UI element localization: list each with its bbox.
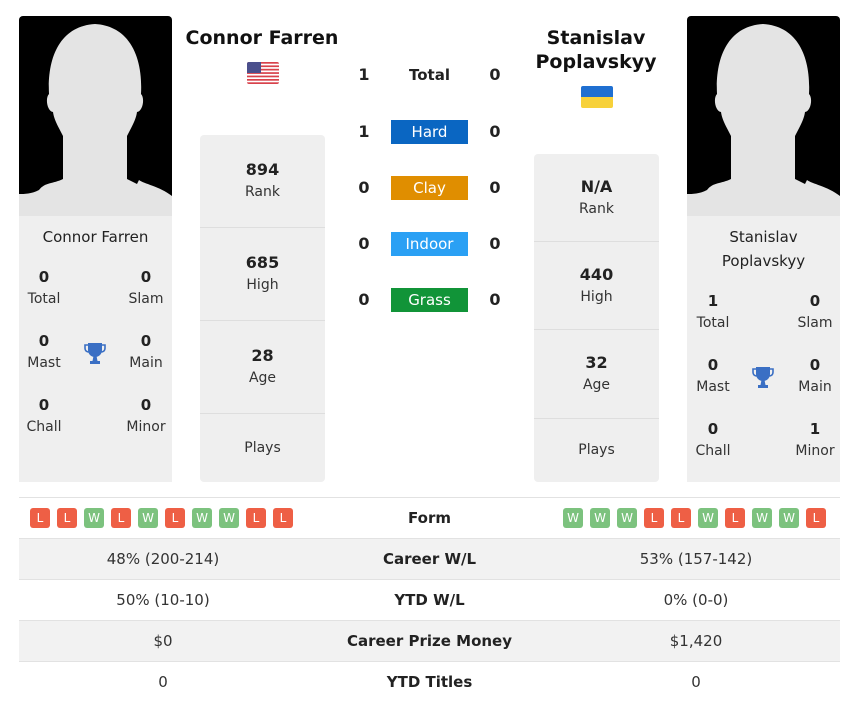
- surface-grass-badge[interactable]: Grass: [391, 288, 468, 312]
- silhouette-icon: [19, 24, 172, 216]
- player1-titles-main: 0 Main: [129, 332, 163, 371]
- player2-photo: [687, 16, 840, 216]
- player2-form: WWWLLWLWWL: [563, 508, 826, 528]
- player2-titles-mast: 0 Mast: [696, 356, 730, 395]
- table-row: 0 YTD Titles 0: [19, 661, 840, 702]
- h2h-clay-p2: 0: [489, 178, 501, 197]
- form-win-badge[interactable]: W: [192, 508, 212, 528]
- surface-hard-badge[interactable]: Hard: [391, 120, 468, 144]
- player2-age: 32 Age: [534, 330, 659, 419]
- form-loss-badge[interactable]: L: [671, 508, 691, 528]
- form-win-badge[interactable]: W: [138, 508, 158, 528]
- form-win-badge[interactable]: W: [563, 508, 583, 528]
- player2-ytd-titles: 0: [691, 673, 701, 691]
- prize-money-label: Career Prize Money: [346, 632, 512, 650]
- ytd-titles-label: YTD Titles: [386, 673, 473, 691]
- table-row: 48% (200-214) Career W/L 53% (157-142): [19, 538, 840, 579]
- player2-titles-minor: 1 Minor: [795, 420, 835, 459]
- form-loss-badge[interactable]: L: [165, 508, 185, 528]
- form-loss-badge[interactable]: L: [111, 508, 131, 528]
- h2h-indoor-p1: 0: [358, 234, 370, 253]
- form-win-badge[interactable]: W: [617, 508, 637, 528]
- player1-rank: 894 Rank: [200, 135, 325, 228]
- career-wl-label: Career W/L: [382, 550, 477, 568]
- h2h-hard-row: 1 Hard 0: [340, 120, 520, 144]
- ukraine-flag-icon: [581, 86, 613, 108]
- player2-name[interactable]: Stanislav Poplavskyy: [687, 225, 840, 273]
- form-loss-badge[interactable]: L: [725, 508, 745, 528]
- player1-name[interactable]: Connor Farren: [19, 225, 172, 249]
- h2h-total-label: Total: [409, 66, 450, 84]
- comparison-table: LLWLWLWWLL Form WWWLLWLWWL 48% (200-214)…: [19, 497, 840, 702]
- player2-career-wl: 53% (157-142): [639, 550, 753, 568]
- player1-titles-minor: 0 Minor: [126, 396, 166, 435]
- player1-photo: [19, 16, 172, 216]
- player2-titles-chall: 0 Chall: [695, 420, 731, 459]
- player1-career-wl: 48% (200-214): [106, 550, 220, 568]
- player2-titles-slam: 0 Slam: [797, 292, 833, 331]
- player1-titles-card: Connor Farren 0 Total 0 Slam 0 Mast 0 Ma…: [19, 216, 172, 482]
- h2h-clay-row: 0 Clay 0: [340, 176, 520, 200]
- h2h-total-row: 1 Total 0: [340, 63, 520, 87]
- player2-ytd-wl: 0% (0-0): [663, 591, 729, 609]
- h2h-hard-p1: 1: [358, 122, 370, 141]
- ytd-wl-label: YTD W/L: [394, 591, 465, 609]
- form-label: Form: [408, 509, 451, 527]
- player1-titles-mast: 0 Mast: [27, 332, 61, 371]
- form-loss-badge[interactable]: L: [246, 508, 266, 528]
- usa-flag-icon: [247, 62, 279, 84]
- player2-rank: N/A Rank: [534, 154, 659, 242]
- surface-clay-badge[interactable]: Clay: [391, 176, 468, 200]
- form-loss-badge[interactable]: L: [273, 508, 293, 528]
- form-win-badge[interactable]: W: [698, 508, 718, 528]
- h2h-grass-p2: 0: [489, 290, 501, 309]
- player2-titles-card: Stanislav Poplavskyy 1 Total 0 Slam 0 Ma…: [687, 216, 840, 482]
- player2-titles-main: 0 Main: [798, 356, 832, 395]
- table-row: 50% (10-10) YTD W/L 0% (0-0): [19, 579, 840, 620]
- player1-form: LLWLWLWWLL: [30, 508, 293, 528]
- h2h-grass-p1: 0: [358, 290, 370, 309]
- form-row: LLWLWLWWLL Form WWWLLWLWWL: [19, 497, 840, 538]
- form-win-badge[interactable]: W: [219, 508, 239, 528]
- form-win-badge[interactable]: W: [590, 508, 610, 528]
- h2h-indoor-row: 0 Indoor 0: [340, 232, 520, 256]
- form-loss-badge[interactable]: L: [30, 508, 50, 528]
- table-row: $0 Career Prize Money $1,420: [19, 620, 840, 661]
- player1-prize-money: $0: [153, 632, 173, 650]
- player1-age: 28 Age: [200, 321, 325, 414]
- h2h-grass-row: 0 Grass 0: [340, 288, 520, 312]
- player1-ytd-wl: 50% (10-10): [116, 591, 210, 609]
- player2-header-name[interactable]: Stanislav Poplavskyy: [506, 26, 686, 74]
- trophy-icon: [82, 340, 108, 366]
- form-loss-badge[interactable]: L: [644, 508, 664, 528]
- player1-stats-card: 894 Rank 685 High 28 Age Plays: [200, 135, 325, 482]
- player1-plays: Plays: [244, 439, 281, 456]
- form-win-badge[interactable]: W: [84, 508, 104, 528]
- surface-indoor-badge[interactable]: Indoor: [391, 232, 468, 256]
- trophy-icon: [750, 364, 776, 390]
- player2-prize-money: $1,420: [669, 632, 723, 650]
- h2h-hard-p2: 0: [489, 122, 501, 141]
- player1-ytd-titles: 0: [158, 673, 168, 691]
- player2-titles-total: 1 Total: [696, 292, 730, 331]
- h2h-indoor-p2: 0: [489, 234, 501, 253]
- silhouette-icon: [687, 24, 840, 216]
- form-win-badge[interactable]: W: [779, 508, 799, 528]
- player1-titles-total: 0 Total: [27, 268, 61, 307]
- player2-stats-card: N/A Rank 440 High 32 Age Plays: [534, 154, 659, 482]
- player1-titles-chall: 0 Chall: [26, 396, 62, 435]
- player2-high: 440 High: [534, 242, 659, 330]
- form-loss-badge[interactable]: L: [57, 508, 77, 528]
- player2-plays: Plays: [578, 442, 615, 458]
- form-win-badge[interactable]: W: [752, 508, 772, 528]
- player1-header-name[interactable]: Connor Farren: [172, 26, 352, 50]
- h2h-total-p1: 1: [358, 65, 370, 84]
- player1-high: 685 High: [200, 228, 325, 321]
- form-loss-badge[interactable]: L: [806, 508, 826, 528]
- player1-titles-slam: 0 Slam: [128, 268, 164, 307]
- h2h-clay-p1: 0: [358, 178, 370, 197]
